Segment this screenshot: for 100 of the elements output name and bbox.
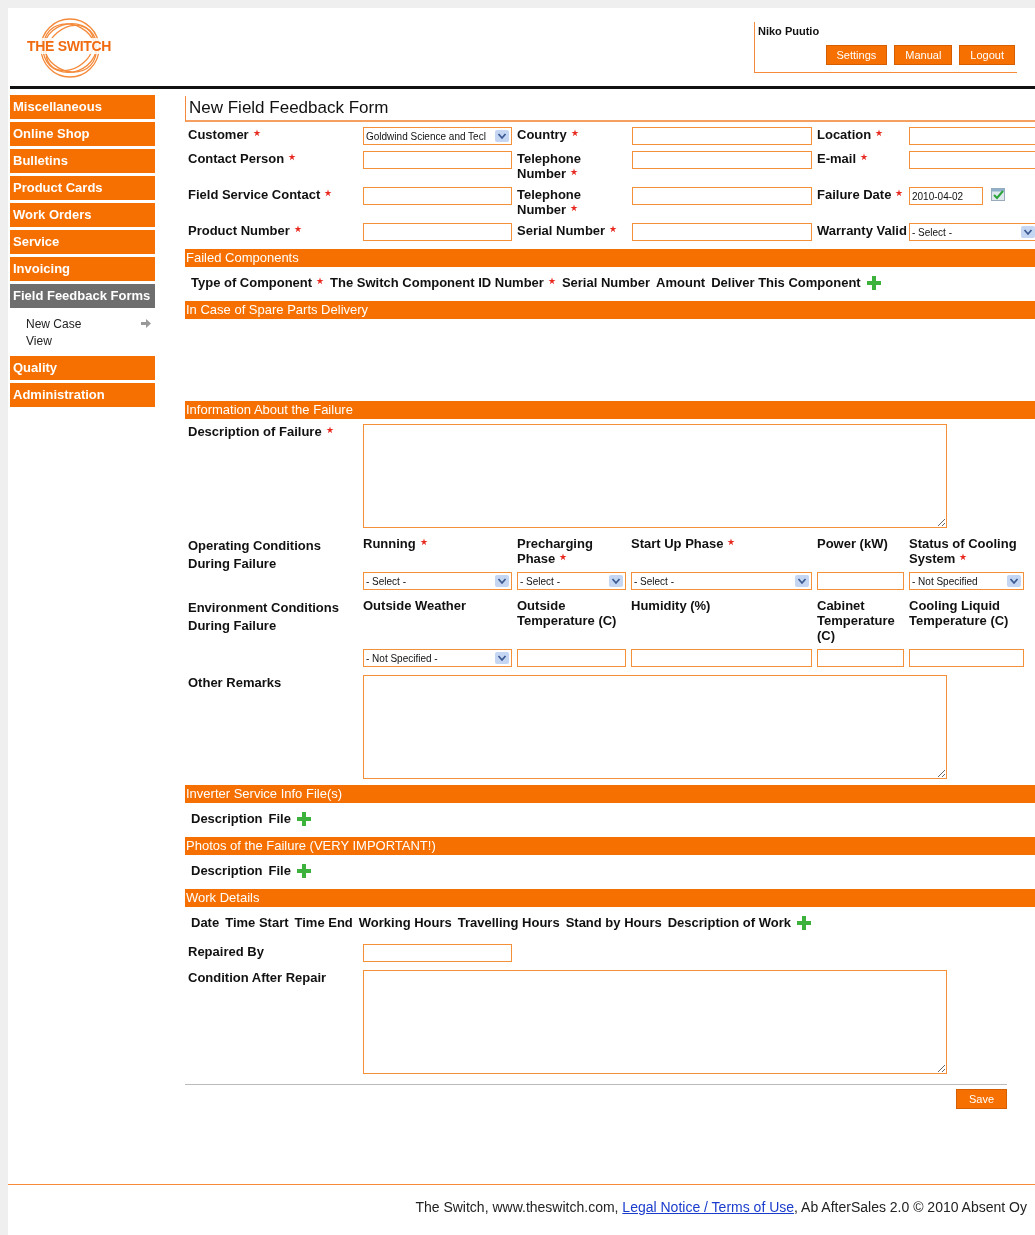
calendar-icon[interactable]: [991, 187, 1005, 201]
input-field[interactable]: [517, 649, 626, 667]
field-label: Time End: [294, 915, 353, 930]
required-icon: [875, 129, 884, 137]
field-label: Telephone Number: [517, 187, 583, 217]
field-label: Description of Failure: [188, 424, 334, 439]
field-label: Serial Number: [517, 223, 618, 238]
field-label: Condition After Repair: [188, 970, 327, 985]
dropdown[interactable]: Goldwind Science and Tecl: [363, 127, 512, 145]
required-icon: [570, 129, 579, 137]
legal-link[interactable]: Legal Notice / Terms of Use: [622, 1199, 795, 1215]
sidebar-item[interactable]: Quality: [10, 356, 155, 380]
sidebar-item[interactable]: Service: [10, 230, 155, 254]
field-label: Status of Cooling System: [909, 536, 1018, 566]
add-icon[interactable]: [797, 915, 811, 930]
input-field[interactable]: [632, 187, 812, 205]
field-label: Description of Work: [667, 915, 791, 930]
input-field[interactable]: [909, 649, 1024, 667]
field-label: File: [268, 863, 291, 878]
dropdown-arrow-icon[interactable]: [1007, 575, 1021, 587]
field-label: Travelling Hours: [457, 915, 560, 930]
dropdown[interactable]: - Select -: [517, 572, 626, 590]
header-button[interactable]: Logout: [959, 45, 1015, 65]
footer-text: The Switch, www.theswitch.com, Legal Notice / Terms of Use, Ab AfterSales 2.0 © 2010 Absent Oy: [415, 1199, 1027, 1217]
section-header: Information About the Failure: [185, 401, 1035, 419]
sidebar-item[interactable]: Miscellaneous: [10, 95, 155, 119]
field-label: Warranty Valid: [817, 223, 907, 238]
required-icon: [609, 225, 618, 233]
logo-text: THE SWITCH: [26, 38, 113, 54]
required-icon: [727, 538, 736, 546]
field-label: Location: [817, 127, 884, 142]
dropdown-arrow-icon[interactable]: [1021, 226, 1035, 238]
sidebar-item[interactable]: Bulletins: [10, 149, 155, 173]
submenu-item[interactable]: View: [26, 333, 52, 348]
save-button[interactable]: Save: [955, 1089, 1007, 1109]
required-icon: [860, 153, 868, 161]
input-field[interactable]: [363, 151, 512, 169]
dropdown-arrow-icon[interactable]: [495, 130, 509, 142]
form-title: New Field Feedback Form: [185, 96, 1035, 122]
field-label: Description: [191, 811, 263, 826]
field-label: Time Start: [225, 915, 289, 930]
dropdown[interactable]: - Not Specified: [909, 572, 1024, 590]
field-label: Contact Person: [188, 151, 297, 166]
field-label: Product Number: [188, 223, 302, 238]
required-icon: [959, 553, 968, 561]
field-label: Outside Temperature (C): [517, 598, 618, 628]
input-field[interactable]: [363, 187, 512, 205]
input-field[interactable]: [363, 223, 512, 241]
dropdown-arrow-icon[interactable]: [495, 652, 509, 664]
text-area[interactable]: [363, 970, 947, 1074]
input-field[interactable]: [817, 649, 904, 667]
dropdown[interactable]: - Not Specified -: [363, 649, 512, 667]
header-button[interactable]: Manual: [894, 45, 953, 65]
add-icon[interactable]: [296, 811, 311, 826]
input-field[interactable]: [632, 127, 812, 145]
add-icon[interactable]: [296, 863, 311, 878]
field-label: File: [268, 811, 291, 826]
sidebar-item[interactable]: Online Shop: [10, 122, 155, 146]
input-field[interactable]: [909, 151, 1035, 169]
required-icon: [316, 277, 325, 285]
section-header: Failed Components: [185, 249, 1035, 267]
dropdown-arrow-icon[interactable]: [495, 575, 509, 587]
field-label: Serial Number: [561, 275, 651, 290]
sidebar-item[interactable]: Product Cards: [10, 176, 155, 200]
dropdown-arrow-icon[interactable]: [609, 575, 623, 587]
header-button[interactable]: Settings: [825, 45, 888, 65]
input-field[interactable]: [631, 649, 812, 667]
field-label: The Switch Component ID Number: [330, 275, 556, 290]
field-label: Type of Component: [191, 275, 325, 290]
dropdown[interactable]: - Select -: [909, 223, 1035, 241]
sidebar-item[interactable]: Invoicing: [10, 257, 155, 281]
input-field[interactable]: [632, 151, 812, 169]
field-label: Failure Date: [817, 187, 904, 202]
sidebar-item[interactable]: Work Orders: [10, 203, 155, 227]
text-area[interactable]: [363, 675, 947, 779]
required-icon: [570, 204, 579, 212]
input-field[interactable]: [363, 944, 512, 962]
dropdown-arrow-icon[interactable]: [795, 575, 809, 587]
field-label: Deliver This Component: [711, 275, 861, 290]
input-field[interactable]: [909, 127, 1035, 145]
field-label: Customer: [188, 127, 261, 142]
add-icon[interactable]: [866, 275, 881, 290]
input-field[interactable]: [632, 223, 812, 241]
input-field[interactable]: [817, 572, 904, 590]
field-label: Description: [191, 863, 263, 878]
required-icon: [419, 538, 428, 546]
text-area[interactable]: [363, 424, 947, 528]
date-field[interactable]: 2010-04-02: [909, 187, 983, 205]
field-label: Amount: [656, 275, 706, 290]
sidebar-item[interactable]: Administration: [10, 383, 155, 407]
section-header: Work Details: [185, 889, 1035, 907]
field-label: Country: [517, 127, 579, 142]
sidebar-item[interactable]: Field Feedback Forms: [10, 284, 155, 308]
submenu-item[interactable]: New Case: [26, 316, 82, 331]
field-label: Running: [363, 536, 428, 551]
field-label: Stand by Hours: [565, 915, 662, 930]
field-label: Operating Conditions During Failure: [188, 538, 321, 571]
required-icon: [252, 129, 261, 137]
dropdown[interactable]: - Select -: [631, 572, 812, 590]
dropdown[interactable]: - Select -: [363, 572, 512, 590]
